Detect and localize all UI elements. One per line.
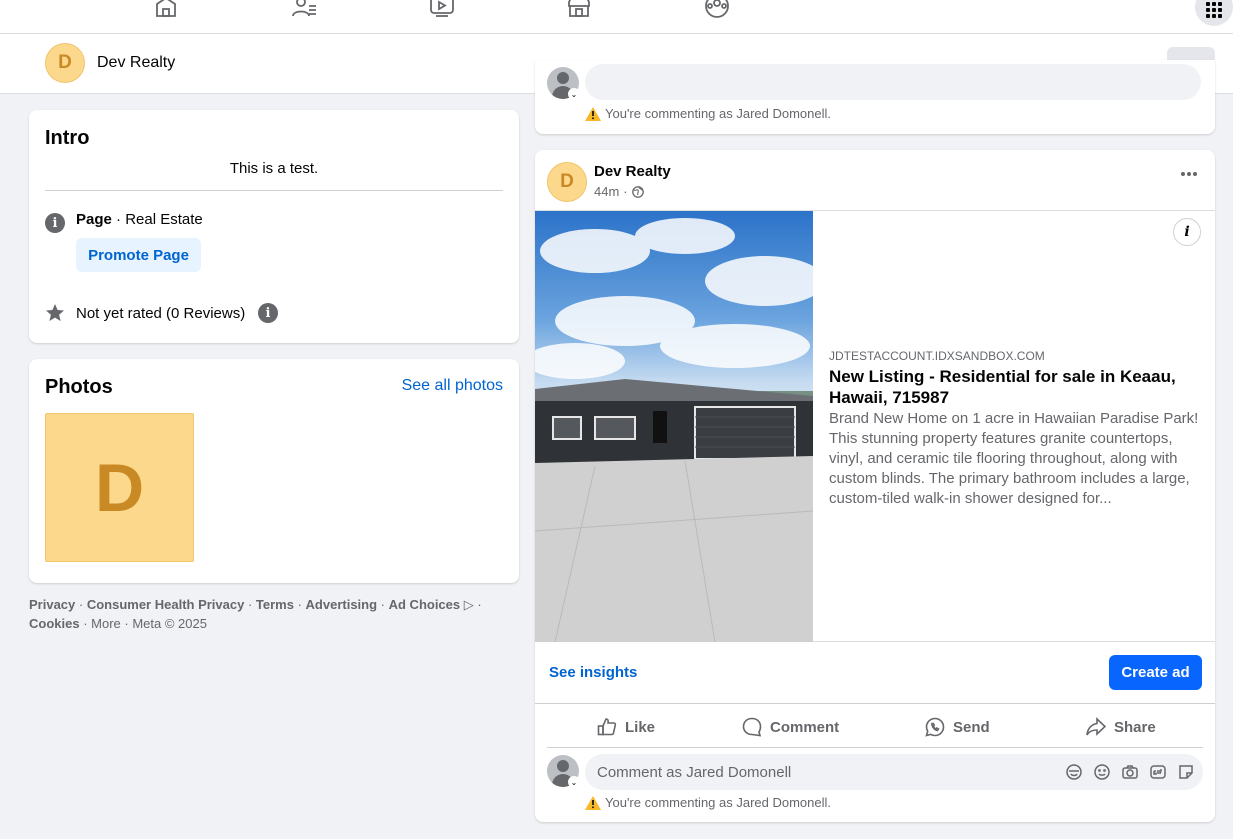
ad-choices-icon: ▷ [463,597,474,612]
video-icon[interactable] [429,0,455,18]
friends-icon[interactable] [291,0,317,18]
house-illustration [535,218,813,642]
comment-input[interactable] [585,64,1201,100]
post-more-button[interactable] [1181,172,1197,176]
home-icon[interactable] [153,0,179,18]
footer-link-privacy[interactable]: Privacy [29,597,75,612]
comment-button[interactable]: Comment [742,712,839,742]
groups-icon[interactable] [704,0,730,18]
warning-icon [585,795,601,810]
warning-icon [585,106,601,121]
promote-page-button[interactable]: Promote Page [76,238,201,272]
create-ad-button[interactable]: Create ad [1109,655,1202,690]
globe-icon [631,185,644,198]
link-title[interactable]: New Listing - Residential for sale in Ke… [829,366,1199,408]
avatar-sticker-icon[interactable] [1065,763,1083,781]
share-icon [1086,717,1106,736]
comment-placeholder: Comment as Jared Domonell [597,764,792,781]
category-value[interactable]: Real Estate [125,211,203,228]
chevron-down-icon[interactable]: ⌄ [568,776,580,788]
post-author[interactable]: Dev Realty [594,163,671,180]
rating-info-icon[interactable]: i [258,303,278,323]
footer-link-ad-choices[interactable]: Ad Choices [389,597,461,612]
comment-tools [1065,763,1195,781]
sticker-icon[interactable] [1177,763,1195,781]
photos-card: Photos See all photos D [29,359,519,583]
whatsapp-icon [925,717,945,737]
divider [547,747,1203,748]
page-name[interactable]: Dev Realty [97,54,175,72]
comment-icon [742,717,762,737]
link-description: Brand New Home on 1 acre in Hawaiian Par… [829,410,1199,507]
intro-title: Intro [45,127,90,149]
send-button[interactable]: Send [925,712,990,742]
footer-links: Privacy · Consumer Health Privacy · Term… [29,597,482,631]
post-timestamp: 44m · [594,184,644,199]
photos-title: Photos [45,376,113,398]
share-button[interactable]: Share [1086,712,1156,742]
previous-post-card: ⌄ You're commenting as Jared Domonell. [535,60,1215,134]
divider [45,190,503,191]
see-all-photos-link[interactable]: See all photos [402,377,503,395]
post-author-avatar[interactable]: D [547,162,587,202]
comment-input[interactable]: Comment as Jared Domonell [585,754,1203,790]
link-preview[interactable]: i JDTESTACCOUNT.IDXSANDBOX.COM New Listi… [535,210,1215,642]
gif-icon[interactable] [1149,763,1167,781]
apps-menu-button[interactable] [1195,0,1233,26]
top-navigation [0,0,1233,34]
footer-link-cookies[interactable]: Cookies [29,616,80,631]
divider [535,703,1215,704]
category-separator: · [111,211,126,228]
page-category: Page · Real Estate [76,211,203,228]
see-insights-link[interactable]: See insights [549,664,637,681]
footer-meta: Meta © 2025 [132,616,207,631]
listing-photo[interactable] [535,211,813,642]
star-icon [46,304,64,321]
footer-link-health-privacy[interactable]: Consumer Health Privacy [87,597,245,612]
like-button[interactable]: Like [597,712,655,742]
footer-link-terms[interactable]: Terms [256,597,294,612]
footer-link-advertising[interactable]: Advertising [306,597,378,612]
category-label: Page [76,211,112,228]
post-card: D Dev Realty 44m · i JDTESTACCOUNT.IDXSA… [535,150,1215,822]
commenting-as-warning: You're commenting as Jared Domonell. [585,795,831,810]
photo-thumbnail[interactable]: D [45,413,194,562]
emoji-icon[interactable] [1093,763,1111,781]
apps-menu-icon [1206,2,1222,18]
camera-icon[interactable] [1121,763,1139,781]
link-domain: JDTESTACCOUNT.IDXSANDBOX.COM [829,349,1045,363]
intro-bio: This is a test. [229,160,319,177]
chevron-down-icon[interactable]: ⌄ [568,88,580,100]
rating-text: Not yet rated (0 Reviews) [76,305,246,322]
commenting-as-warning: You're commenting as Jared Domonell. [585,106,831,121]
page-avatar[interactable]: D [45,43,85,83]
thumbs-up-icon [597,718,617,736]
intro-card: Intro This is a test. i Page · Real Esta… [29,110,519,343]
marketplace-icon[interactable] [566,0,592,18]
info-icon: i [45,213,65,233]
ad-info-icon[interactable]: i [1173,218,1201,246]
footer-link-more[interactable]: More [91,616,121,631]
more-dots-icon [1181,172,1197,176]
